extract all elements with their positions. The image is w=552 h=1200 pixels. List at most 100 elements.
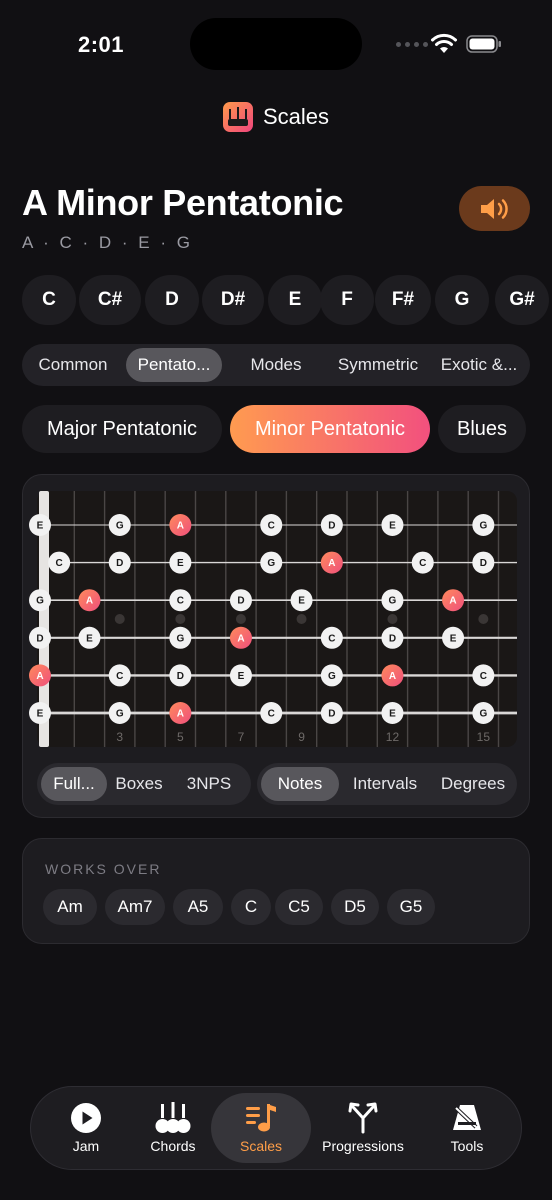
app-logo-icon	[222, 102, 253, 132]
note-label: D	[328, 521, 335, 532]
label-degrees-button[interactable]: Degrees	[433, 767, 513, 801]
tab-chords-label: Chords	[150, 1138, 196, 1154]
fret-inlay	[296, 614, 307, 624]
page-title: Scales	[262, 104, 330, 129]
tab-pentatonic[interactable]: Pentato...	[126, 348, 222, 382]
label-intervals-button[interactable]: Intervals	[345, 767, 425, 801]
note-label: C	[116, 671, 123, 682]
scale-name: A Minor Pentatonic	[22, 182, 344, 223]
tab-modes[interactable]: Modes	[234, 348, 318, 382]
note-label: E	[177, 558, 184, 569]
note-label: D	[36, 633, 43, 644]
scale-notes: A · C · D · E · G	[22, 233, 193, 252]
note-label: G	[176, 633, 184, 644]
scale-category-tabs: Common Pentato... Modes Symmetric Exotic…	[22, 344, 530, 386]
fret-inlay	[235, 614, 246, 624]
fret-inlay	[478, 614, 489, 624]
root-note-button[interactable]: D#	[202, 275, 264, 325]
root-note-button[interactable]: F	[320, 275, 374, 325]
view-3nps-button[interactable]: 3NPS	[175, 767, 243, 801]
scale-chip-minor-pentatonic[interactable]: Minor Pentatonic	[230, 405, 430, 453]
chord-chip[interactable]: G5	[387, 889, 435, 925]
tab-exotic[interactable]: Exotic &...	[434, 348, 524, 382]
dynamic-island	[190, 18, 362, 70]
tab-progressions-label: Progressions	[322, 1138, 404, 1154]
note-label: D	[389, 633, 396, 644]
scale-chip-major-pentatonic[interactable]: Major Pentatonic	[22, 405, 222, 453]
play-icon	[71, 1103, 101, 1133]
label-notes-button[interactable]: Notes	[261, 767, 339, 801]
fret-inlay	[175, 614, 186, 624]
chord-chip[interactable]: C5	[275, 889, 323, 925]
fret-number-label: 7	[238, 730, 245, 744]
bottom-tab-bar: Jam Chords Scales Progressions Tools	[30, 1086, 522, 1170]
note-label: G	[328, 671, 336, 682]
note-label: C	[480, 671, 487, 682]
root-note-button[interactable]: C	[22, 275, 76, 325]
cellular-signal-icon	[396, 42, 428, 47]
note-label: C	[56, 558, 63, 569]
fret-number-label: 5	[177, 730, 184, 744]
note-label: D	[237, 596, 244, 607]
fret-number-label: 3	[116, 730, 123, 744]
wifi-icon	[431, 33, 457, 53]
root-note-button[interactable]: G	[435, 275, 489, 325]
works-over-label: WORKS OVER	[45, 861, 162, 877]
speaker-icon	[480, 198, 508, 219]
chord-chip[interactable]: Am	[43, 889, 97, 925]
root-note-button[interactable]: E	[268, 275, 322, 325]
fretboard: 3 5 7 9 12 15 E G A C D E G C D E G A C D G A C D E G A D E G A C D E A C D E…	[29, 491, 517, 747]
note-label: C	[268, 521, 275, 532]
root-note-button[interactable]: C#	[79, 275, 141, 325]
note-label: E	[450, 633, 457, 644]
chord-chip[interactable]: A5	[173, 889, 223, 925]
tab-progressions[interactable]: Progressions	[311, 1093, 415, 1163]
root-note-button[interactable]: G#	[495, 275, 549, 325]
tab-symmetric[interactable]: Symmetric	[328, 348, 428, 382]
note-label: C	[177, 596, 184, 607]
note-label: G	[36, 596, 44, 607]
tab-chords[interactable]: Chords	[131, 1093, 215, 1163]
note-label: A	[328, 558, 335, 569]
play-sound-button[interactable]	[459, 186, 530, 231]
note-label: E	[37, 521, 44, 532]
note-label: D	[116, 558, 123, 569]
view-full-button[interactable]: Full...	[41, 767, 107, 801]
note-label: A	[177, 709, 184, 720]
chord-chip[interactable]: C	[231, 889, 271, 925]
note-label: A	[449, 596, 456, 607]
chord-chip[interactable]: D5	[331, 889, 379, 925]
status-time: 2:01	[78, 32, 125, 57]
note-label: E	[389, 521, 396, 532]
tab-tools[interactable]: Tools	[421, 1093, 513, 1163]
note-label: A	[389, 671, 396, 682]
note-label: E	[86, 633, 93, 644]
tab-jam[interactable]: Jam	[41, 1093, 131, 1163]
root-note-button[interactable]: F#	[375, 275, 431, 325]
note-label: D	[480, 558, 487, 569]
battery-icon	[466, 35, 501, 53]
works-over-card: WORKS OVER Am Am7 A5 C C5 D5 G5	[22, 838, 530, 944]
fret-number-label: 9	[298, 730, 305, 744]
status-bar: 2:01	[0, 0, 552, 90]
metronome-icon	[453, 1105, 481, 1130]
fret-inlay	[387, 614, 398, 624]
note-label: E	[389, 709, 396, 720]
root-note-button[interactable]: D	[145, 275, 199, 325]
scale-type-selector: Major Pentatonic Minor Pentatonic Blues	[22, 405, 552, 455]
tab-scales[interactable]: Scales	[211, 1093, 311, 1163]
tab-tools-label: Tools	[450, 1138, 484, 1154]
note-label: E	[238, 671, 245, 682]
note-label: C	[268, 709, 275, 720]
scale-chip-blues[interactable]: Blues	[438, 405, 526, 453]
note-label: A	[36, 671, 43, 682]
fret-inlay	[114, 614, 125, 624]
tab-common[interactable]: Common	[30, 348, 116, 382]
root-note-selector: C C# D D# E F F# G G#	[22, 275, 552, 325]
note-label: G	[479, 521, 487, 532]
note-label: E	[298, 596, 305, 607]
note-label: G	[116, 709, 124, 720]
chord-chip[interactable]: Am7	[105, 889, 165, 925]
view-boxes-button[interactable]: Boxes	[109, 767, 169, 801]
fret-number-label: 12	[386, 730, 400, 744]
